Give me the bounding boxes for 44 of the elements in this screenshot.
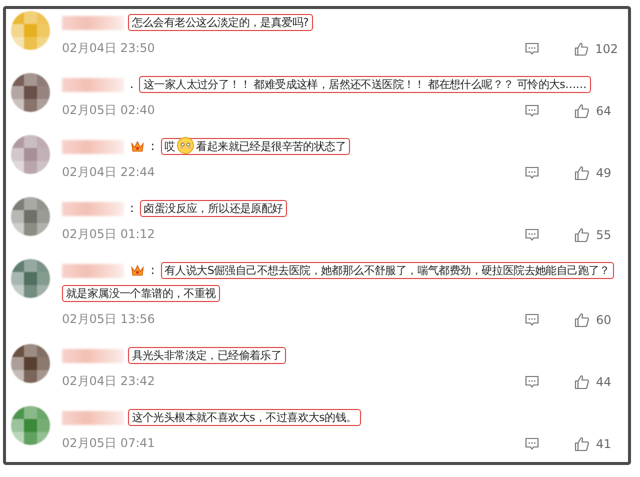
- reply-icon[interactable]: [524, 102, 540, 118]
- comment-text: 哎 看起来就已经是很辛苦的状态了: [160, 138, 350, 155]
- like-count: 55: [596, 228, 612, 242]
- comment-time: 02月05日 07:41: [62, 435, 155, 452]
- comment-text: 具光头非常淡定，已经偷着乐了: [128, 347, 286, 364]
- avatar-icon[interactable]: [11, 73, 50, 112]
- comment-time: 02月05日 02:40: [62, 102, 155, 119]
- comment-text: 怎么会有老公这么淡定的，是真爱吗?: [128, 14, 313, 31]
- like-count: 102: [595, 42, 618, 56]
- thumbs-up-icon[interactable]: [574, 312, 590, 328]
- thumbs-up-icon[interactable]: [574, 374, 590, 390]
- thumbs-up-icon[interactable]: [574, 436, 590, 452]
- thumbs-up-icon[interactable]: [574, 164, 590, 180]
- avatar-icon[interactable]: [11, 344, 50, 383]
- comment-text: 卤蛋没反应，所以还是原配好: [140, 200, 287, 217]
- reply-icon[interactable]: [524, 436, 540, 452]
- comment-time: 02月04日 23:50: [62, 40, 155, 57]
- separator: :: [150, 263, 155, 277]
- like-count: 60: [596, 312, 612, 326]
- separator: .: [130, 77, 134, 91]
- comment-time: 02月04日 23:42: [62, 373, 155, 390]
- thumbs-up-icon[interactable]: [574, 40, 590, 56]
- like-count: 41: [596, 436, 612, 450]
- reply-icon[interactable]: [524, 164, 540, 180]
- separator: :: [130, 201, 134, 215]
- separator: :: [150, 139, 155, 153]
- reply-icon[interactable]: [524, 312, 540, 328]
- like-count: 49: [596, 166, 612, 180]
- avatar-icon[interactable]: [11, 197, 50, 236]
- reply-icon[interactable]: [524, 226, 540, 242]
- emoji-icon: [177, 137, 194, 154]
- comment-text: 这一家人太过分了！！ 都难受成这样，居然还不送医院！！ 都在想什么呢？？ 可怜的大s……: [139, 76, 591, 93]
- like-count: 64: [596, 104, 612, 118]
- comment-time: 02月05日 01:12: [62, 226, 155, 243]
- avatar-icon[interactable]: [11, 406, 50, 445]
- avatar-icon[interactable]: [11, 259, 50, 298]
- thumbs-up-icon[interactable]: [574, 102, 590, 118]
- like-count: 44: [596, 374, 612, 388]
- comment-time: 02月05日 13:56: [62, 311, 155, 328]
- reply-icon[interactable]: [524, 374, 540, 390]
- reply-icon[interactable]: [524, 40, 540, 56]
- thumbs-up-icon[interactable]: [574, 226, 590, 242]
- comment-time: 02月04日 22:44: [62, 164, 155, 181]
- comment-text: 这个光头根本就不喜欢大s，不过喜欢大s的钱。: [128, 409, 361, 426]
